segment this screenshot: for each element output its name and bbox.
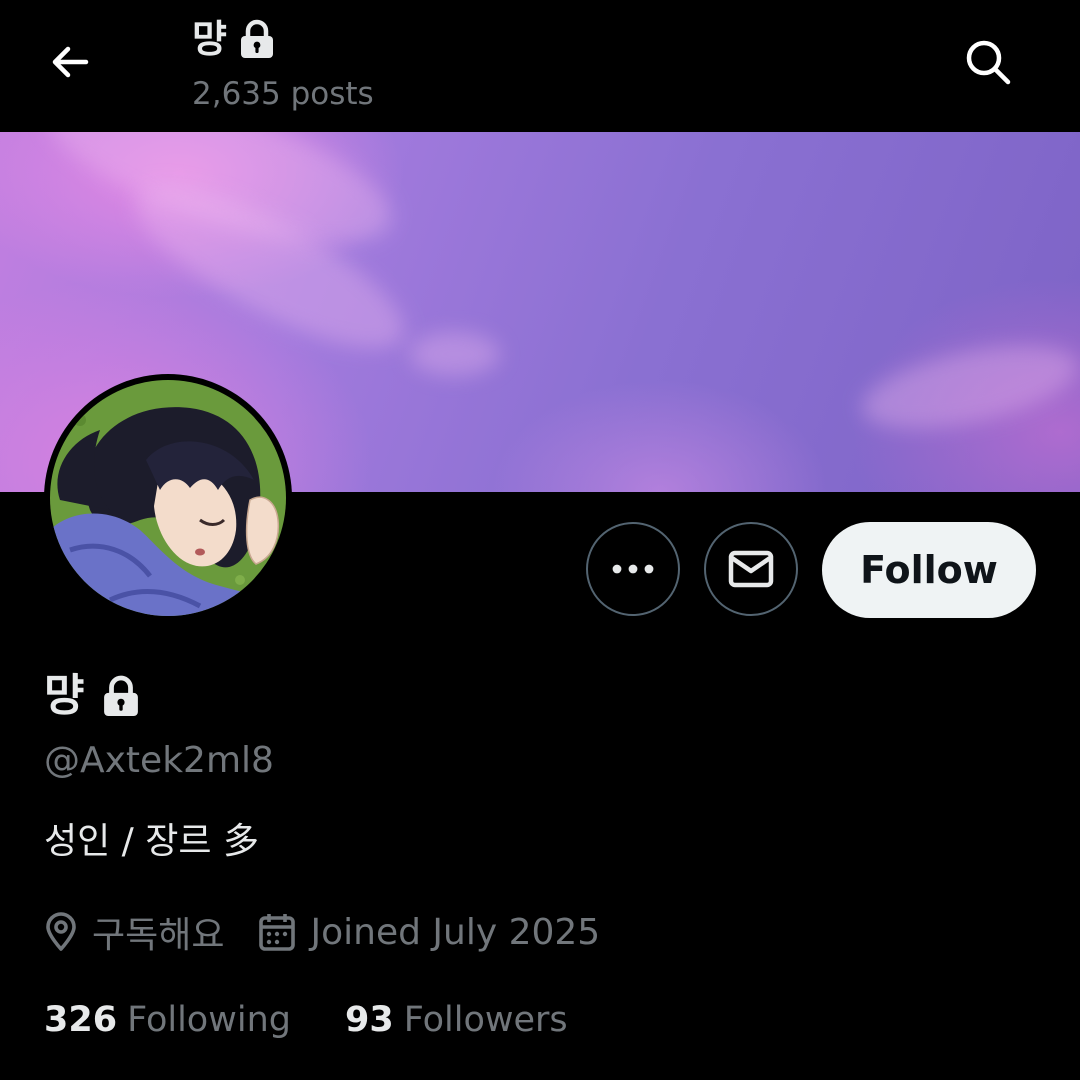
header-title: 먕 xyxy=(192,14,275,64)
followers-stat[interactable]: 93 Followers xyxy=(345,1000,568,1040)
envelope-icon xyxy=(728,550,774,588)
back-arrow-icon xyxy=(52,46,89,78)
location-pin-icon xyxy=(46,912,76,951)
following-count: 326 xyxy=(44,1000,118,1040)
joined-text: Joined July 2025 xyxy=(310,911,601,953)
banner-cloud xyxy=(410,332,500,376)
joined-item: Joined July 2025 xyxy=(258,912,600,953)
lock-icon xyxy=(240,19,273,58)
profile-name-text: 먕 xyxy=(44,670,85,721)
profile-meta: 구독해요 Joined July 2025 xyxy=(44,904,600,960)
avatar-image xyxy=(50,380,286,616)
profile-display-name: 먕 xyxy=(44,668,140,724)
more-options-button[interactable] xyxy=(586,522,680,616)
message-button[interactable] xyxy=(704,522,798,616)
banner-cloud xyxy=(855,329,1080,445)
followers-count: 93 xyxy=(344,1000,394,1040)
search-icon xyxy=(966,40,1011,85)
calendar-icon xyxy=(259,914,296,951)
follow-stats: 326 Following 93 Followers xyxy=(44,994,568,1046)
follow-button[interactable]: Follow xyxy=(822,522,1036,618)
search-button[interactable] xyxy=(956,30,1020,94)
location-text: 구독해요 xyxy=(92,915,225,956)
following-label: Following xyxy=(127,1000,291,1040)
lock-icon xyxy=(104,675,139,717)
header-display-name: 먕 xyxy=(192,17,227,61)
following-stat[interactable]: 326 Following xyxy=(44,1000,291,1040)
post-count: 2,635 posts xyxy=(192,76,374,112)
more-options-icon xyxy=(612,564,654,574)
back-button[interactable] xyxy=(38,30,102,94)
location-item: 구독해요 xyxy=(44,906,224,958)
avatar[interactable] xyxy=(44,374,292,622)
profile-handle: @Axtek2ml8 xyxy=(44,740,274,781)
followers-label: Followers xyxy=(403,1000,568,1040)
top-bar: 먕 2,635 posts xyxy=(0,0,1080,132)
profile-bio: 성인 / 장르 多 xyxy=(44,821,259,862)
